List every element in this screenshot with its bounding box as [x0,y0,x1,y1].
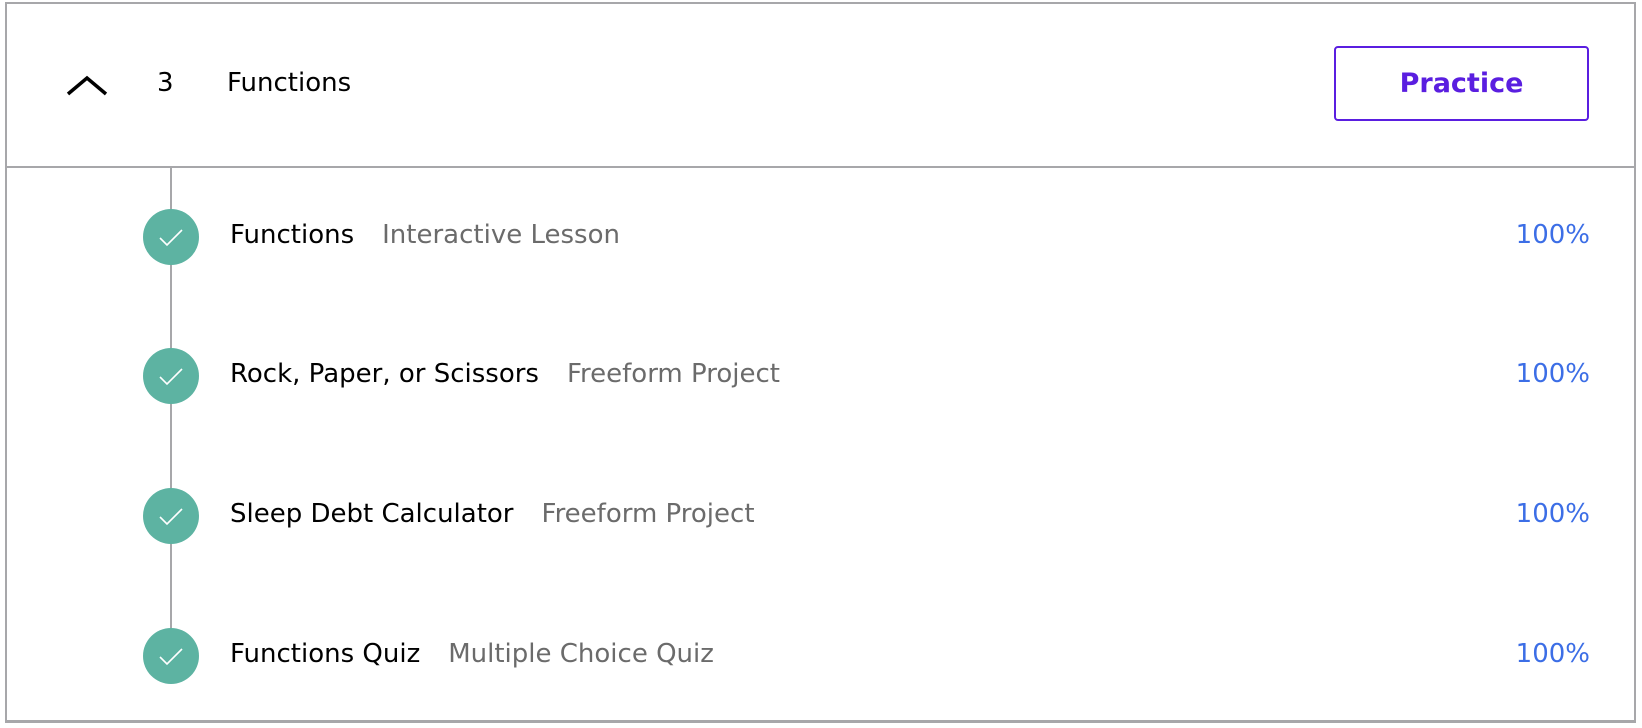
check-circle-icon [143,348,199,404]
list-item[interactable]: Functions Interactive Lesson 100% [7,207,1634,267]
list-item[interactable]: Sleep Debt Calculator Freeform Project 10… [7,486,1634,546]
item-type: Freeform Project [541,499,755,529]
check-circle-icon [143,209,199,265]
check-circle-icon [143,628,199,684]
section-number: 3 [157,68,174,98]
check-circle-icon [143,488,199,544]
item-progress: 100% [1515,639,1590,669]
list-item[interactable]: Functions Quiz Multiple Choice Quiz 100% [7,626,1634,686]
item-name[interactable]: Sleep Debt Calculator [230,499,514,529]
practice-button[interactable]: Practice [1334,46,1589,121]
section-header[interactable]: 3 Functions Practice [7,4,1634,168]
item-name[interactable]: Functions Quiz [230,639,420,669]
item-name[interactable]: Rock, Paper, or Scissors [230,359,539,389]
item-type: Interactive Lesson [382,220,620,250]
list-item[interactable]: Rock, Paper, or Scissors Freeform Project… [7,346,1634,406]
item-type: Multiple Choice Quiz [448,639,714,669]
item-name[interactable]: Functions [230,220,354,250]
item-progress: 100% [1515,359,1590,389]
module-section: 3 Functions Practice Functions Interactiv… [5,2,1636,723]
chevron-up-icon[interactable] [65,72,109,98]
item-progress: 100% [1515,220,1590,250]
item-type: Freeform Project [566,359,780,389]
item-progress: 100% [1515,499,1590,529]
section-title: Functions [227,68,352,98]
